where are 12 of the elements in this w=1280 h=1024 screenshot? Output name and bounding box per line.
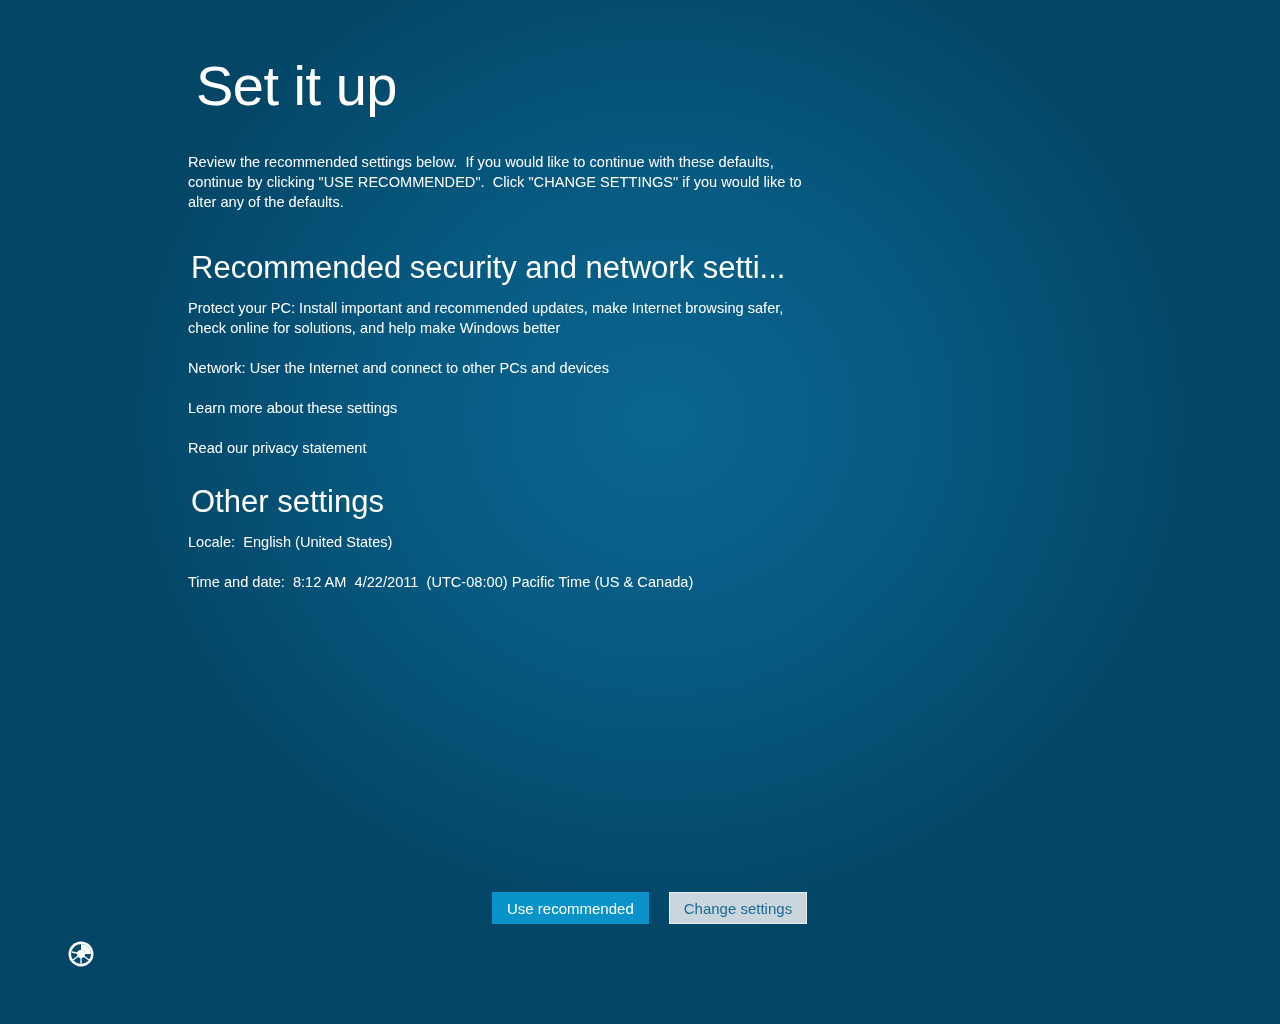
change-settings-button[interactable]: Change settings <box>668 892 808 924</box>
section-heading: Other settings <box>191 483 385 521</box>
page-title: Set it up <box>196 53 398 119</box>
setting-text: Network: User the Internet and connect to other PCs and devices <box>188 359 610 378</box>
settings-link[interactable]: Learn more about these settings <box>188 400 398 416</box>
setting-text: Time and date: 8:12 AM 4/22/2011 (UTC-08:00) Pacific Time (US & Canada) <box>188 573 695 592</box>
setting-text: Locale: English (United States) <box>188 533 394 552</box>
settings-link[interactable]: Read our privacy statement <box>188 440 367 456</box>
intro-paragraph: Review the recommended settings below. If you would like to continue with these defaults, continue by clicking "USE RECOMMENDED". Click "CHANGE SETTINGS" if you would like to alter any of the defaults. <box>188 153 803 212</box>
setting-text: Protect your PC: Install important and recommended updates, make Internet browsing safer, check online for solutions, and help make Windows better <box>188 299 785 338</box>
section-heading: Recommended security and network setti... <box>191 249 787 287</box>
ease-of-access-icon[interactable] <box>67 940 95 968</box>
